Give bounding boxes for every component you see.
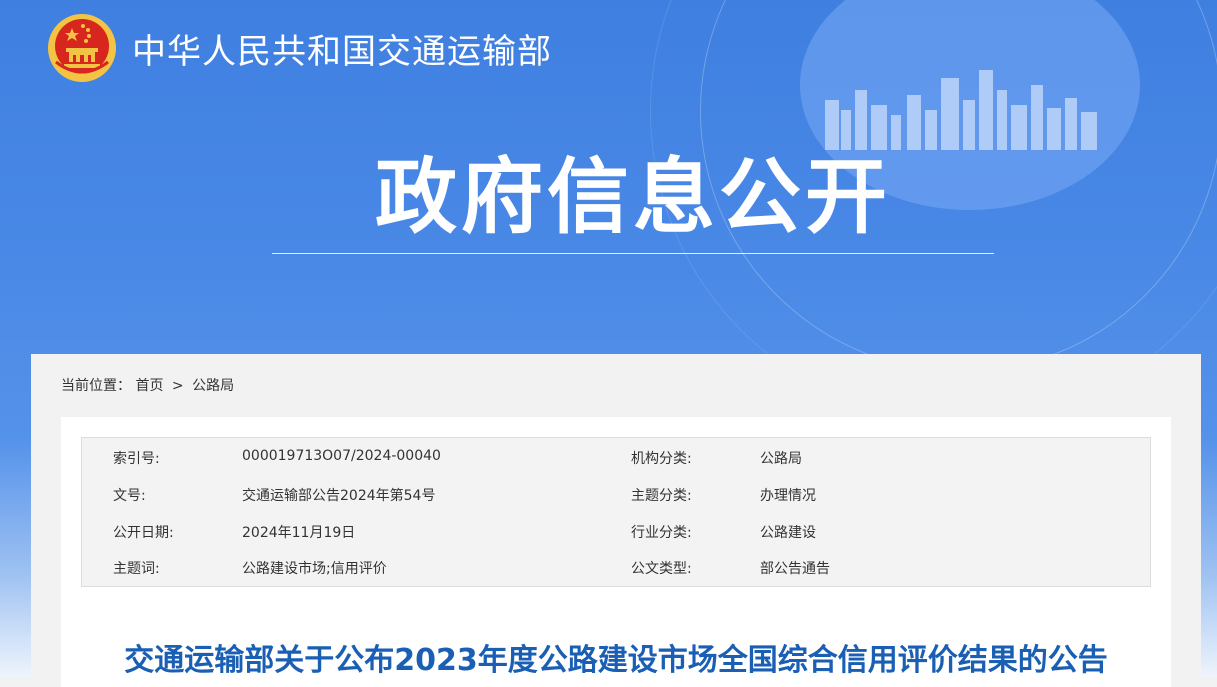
site-name[interactable]: 中华人民共和国交通运输部 <box>132 24 552 73</box>
meta-key-publish-date: 公开日期: <box>113 525 174 541</box>
national-emblem-logo[interactable] <box>46 12 118 84</box>
meta-key-organization: 机构分类: <box>631 451 692 467</box>
meta-value-doc-number: 交通运输部公告2024年第54号 <box>242 488 436 504</box>
national-emblem-icon <box>48 14 116 82</box>
meta-key-doc-number: 文号: <box>113 488 146 504</box>
meta-key-doc-type: 公文类型: <box>631 561 692 577</box>
main-panel: 当前位置： 首页 > 公路局 索引号: 000019713O07/2024-00… <box>31 354 1201 687</box>
meta-value-keywords: 公路建设市场;信用评价 <box>242 561 387 577</box>
meta-value-organization: 公路局 <box>760 451 802 467</box>
breadcrumb-home-link[interactable]: 首页 <box>135 378 163 394</box>
meta-key-industry: 行业分类: <box>631 525 692 541</box>
title-underline <box>272 253 994 254</box>
meta-value-index: 000019713O07/2024-00040 <box>242 448 441 464</box>
city-skyline-illustration <box>825 70 1097 150</box>
meta-value-doc-type: 部公告通告 <box>760 561 830 577</box>
meta-key-subject: 主题分类: <box>631 488 692 504</box>
meta-row: 主题词: 公路建设市场;信用评价 公文类型: 部公告通告 <box>82 548 1150 584</box>
content-card: 索引号: 000019713O07/2024-00040 机构分类: 公路局 文… <box>61 417 1171 687</box>
breadcrumb-separator: > <box>171 378 184 394</box>
meta-row: 文号: 交通运输部公告2024年第54号 主题分类: 办理情况 <box>82 475 1150 511</box>
document-metadata-table: 索引号: 000019713O07/2024-00040 机构分类: 公路局 文… <box>81 437 1151 587</box>
banner-title: 政府信息公开 <box>374 150 891 245</box>
meta-value-industry: 公路建设 <box>760 525 816 541</box>
meta-value-publish-date: 2024年11月19日 <box>242 525 356 541</box>
document-title: 交通运输部关于公布2023年度公路建设市场全国综合信用评价结果的公告 <box>124 643 1108 678</box>
breadcrumb-label: 当前位置： <box>61 378 131 394</box>
meta-key-keywords: 主题词: <box>113 561 160 577</box>
meta-key-index: 索引号: <box>113 451 160 467</box>
meta-row: 公开日期: 2024年11月19日 行业分类: 公路建设 <box>82 512 1150 548</box>
breadcrumb-bureau-link[interactable]: 公路局 <box>192 378 234 394</box>
meta-value-subject: 办理情况 <box>760 488 816 504</box>
meta-row: 索引号: 000019713O07/2024-00040 机构分类: 公路局 <box>82 438 1150 474</box>
breadcrumb: 当前位置： 首页 > 公路局 <box>61 375 234 395</box>
